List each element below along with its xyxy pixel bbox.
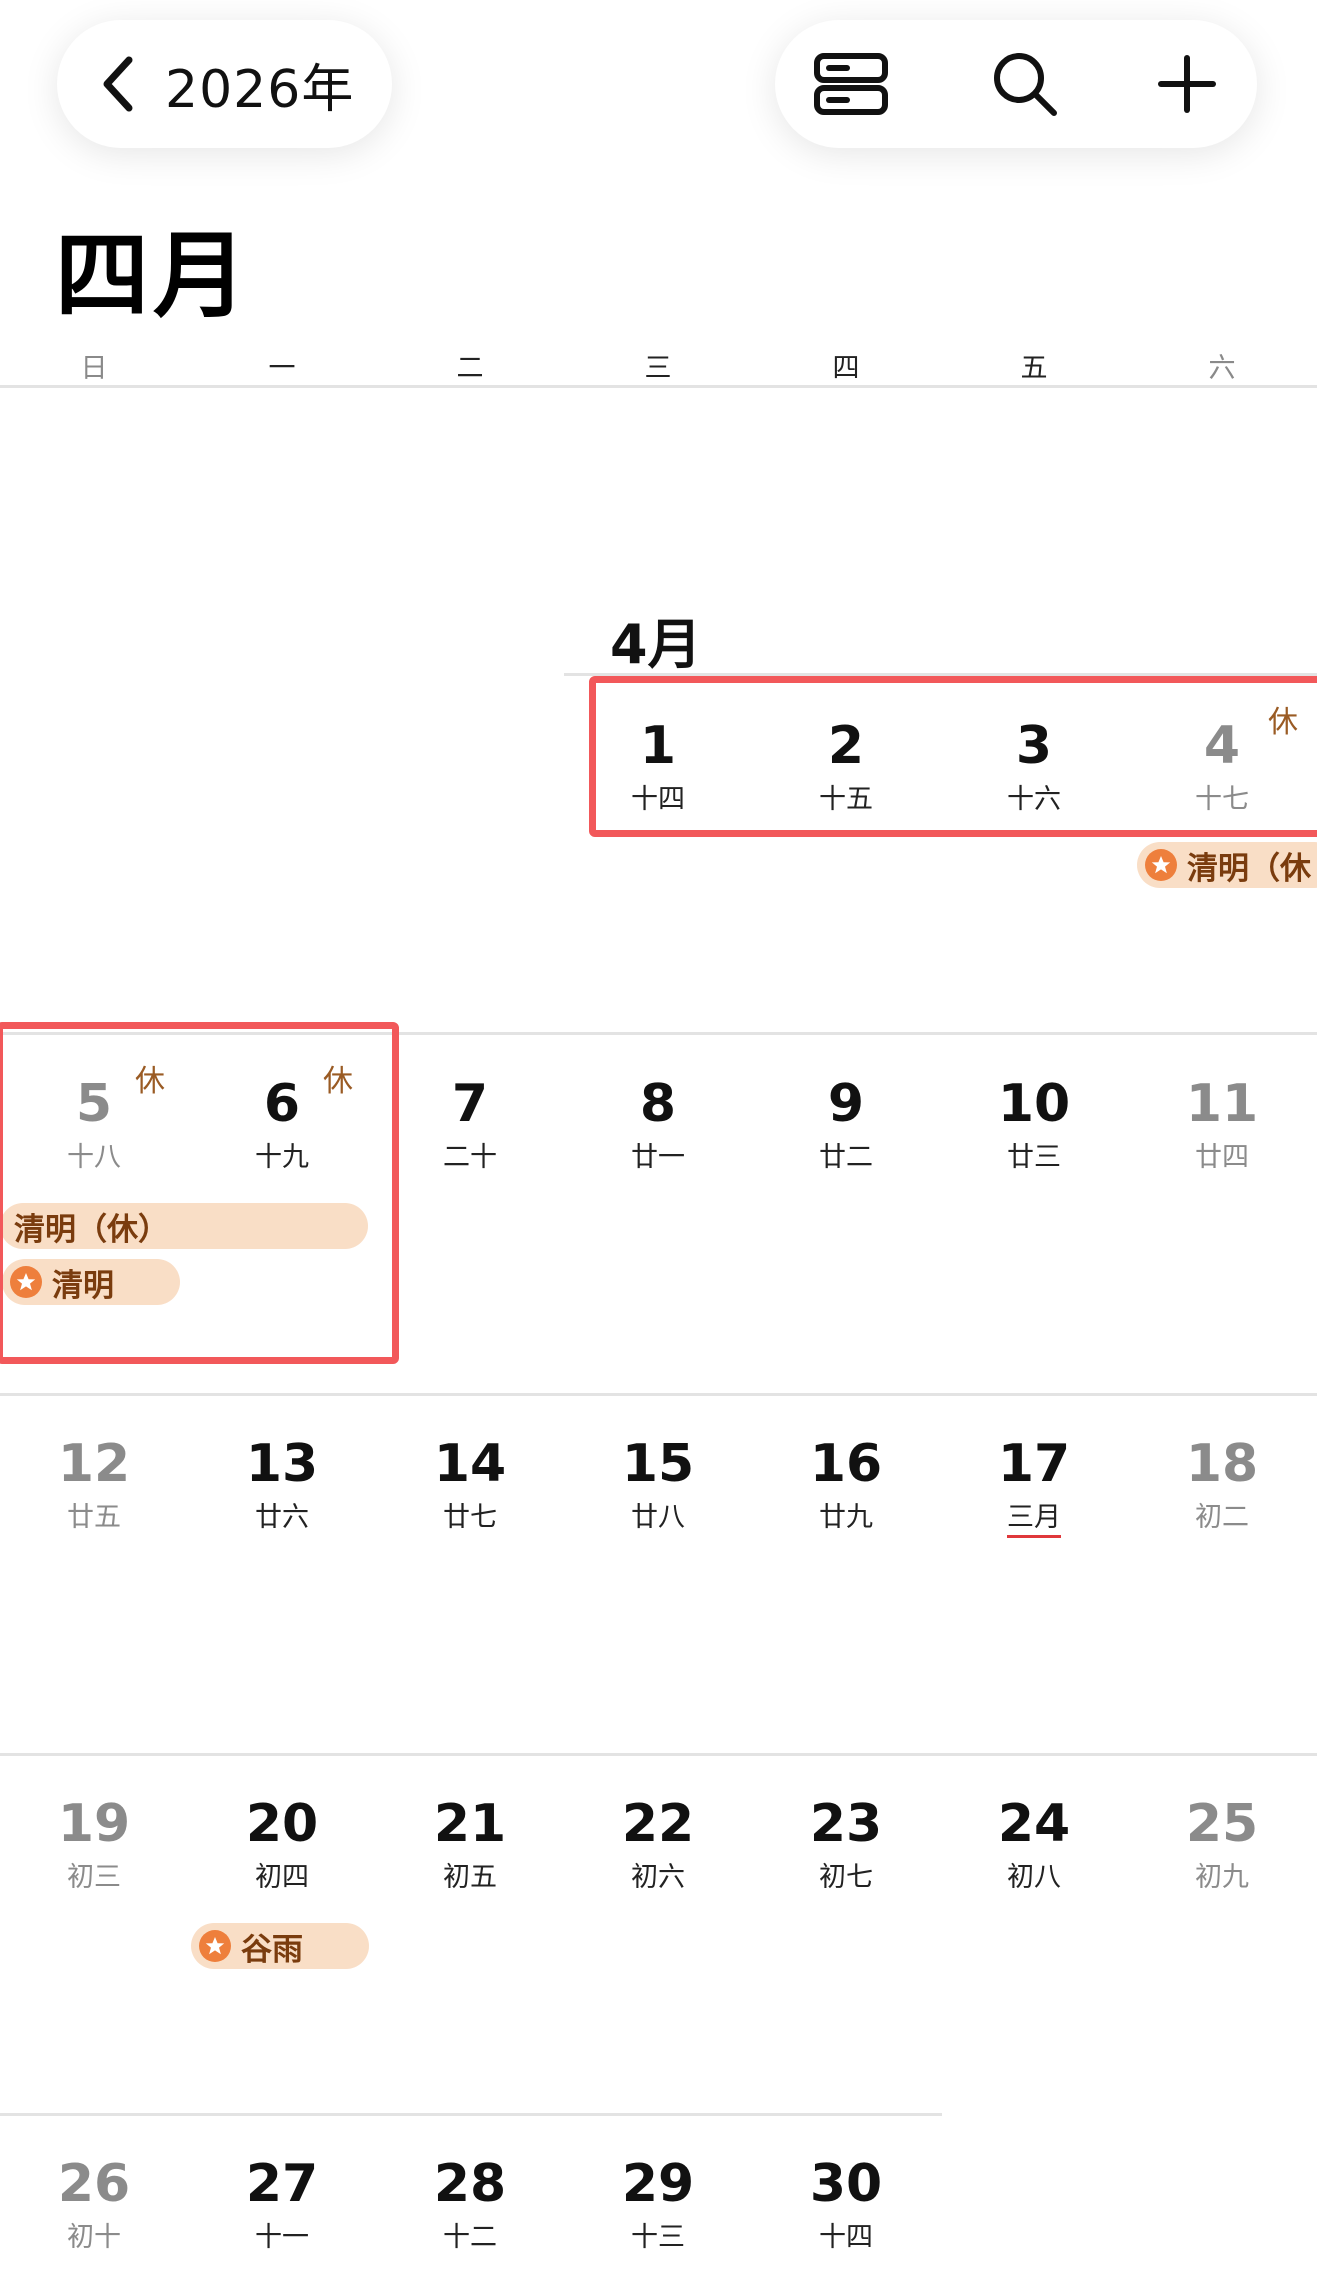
week-divider xyxy=(0,1393,1317,1396)
chevron-left-icon xyxy=(103,56,133,112)
weekday-sun: 日 xyxy=(80,353,108,384)
event-chip-qingming-holiday[interactable]: 清明（休 xyxy=(1137,842,1317,888)
inline-month-label: 4月 xyxy=(610,613,702,676)
day-cell[interactable]: 26 初十 xyxy=(0,2158,188,2251)
weekday-wed: 三 xyxy=(644,353,672,384)
day-cell[interactable]: 17 三月 xyxy=(940,1438,1128,1538)
day-cell[interactable]: 24 初八 xyxy=(940,1798,1128,1891)
day-cell[interactable]: 8 廿一 xyxy=(564,1078,752,1171)
back-to-year-button[interactable]: 2026年 xyxy=(57,20,392,148)
day-cell[interactable]: 21 初五 xyxy=(376,1798,564,1891)
selection-highlight xyxy=(0,1022,399,1364)
day-cell[interactable]: 23 初七 xyxy=(752,1798,940,1891)
search-icon[interactable] xyxy=(985,44,1065,124)
weekday-tue: 二 xyxy=(456,353,484,384)
day-cell[interactable]: 15 廿八 xyxy=(564,1438,752,1531)
day-cell[interactable]: 7 二十 xyxy=(376,1078,564,1171)
day-cell[interactable]: 16 廿九 xyxy=(752,1438,940,1531)
day-cell[interactable]: 14 廿七 xyxy=(376,1438,564,1531)
week-divider xyxy=(0,2113,942,2116)
day-cell[interactable]: 29 十三 xyxy=(564,2158,752,2251)
day-cell[interactable]: 20 初四 xyxy=(188,1798,376,1891)
year-label: 2026年 xyxy=(165,59,355,120)
weekday-thu: 四 xyxy=(832,353,860,384)
month-title: 四月 xyxy=(55,222,252,331)
day-cell[interactable]: 13 廿六 xyxy=(188,1438,376,1531)
day-cell[interactable]: 22 初六 xyxy=(564,1798,752,1891)
day-cell[interactable]: 11 廿四 xyxy=(1128,1078,1316,1171)
weekday-sat: 六 xyxy=(1208,353,1236,384)
day-cell[interactable]: 12 廿五 xyxy=(0,1438,188,1531)
day-cell[interactable]: 30 十四 xyxy=(752,2158,940,2251)
day-cell[interactable]: 10 廿三 xyxy=(940,1078,1128,1171)
add-icon[interactable] xyxy=(1147,44,1227,124)
star-icon xyxy=(199,1930,231,1962)
day-cell[interactable]: 25 初九 xyxy=(1128,1798,1316,1891)
day-cell[interactable]: 27 十一 xyxy=(188,2158,376,2251)
day-cell[interactable]: 28 十二 xyxy=(376,2158,564,2251)
selection-highlight xyxy=(589,676,1317,837)
day-cell[interactable]: 18 初二 xyxy=(1128,1438,1316,1531)
day-cell[interactable]: 9 廿二 xyxy=(752,1078,940,1171)
header-divider xyxy=(0,385,1317,388)
event-chip-guyu[interactable]: 谷雨 xyxy=(191,1923,369,1969)
view-toggle-icon[interactable] xyxy=(811,44,891,124)
weekday-mon: 一 xyxy=(268,353,296,384)
toolbar xyxy=(775,20,1257,148)
lunar-month-start: 三月 xyxy=(1007,1504,1061,1538)
week-divider xyxy=(0,1753,1317,1756)
weekday-fri: 五 xyxy=(1020,353,1048,384)
day-cell[interactable]: 19 初三 xyxy=(0,1798,188,1891)
star-icon xyxy=(1145,849,1177,881)
